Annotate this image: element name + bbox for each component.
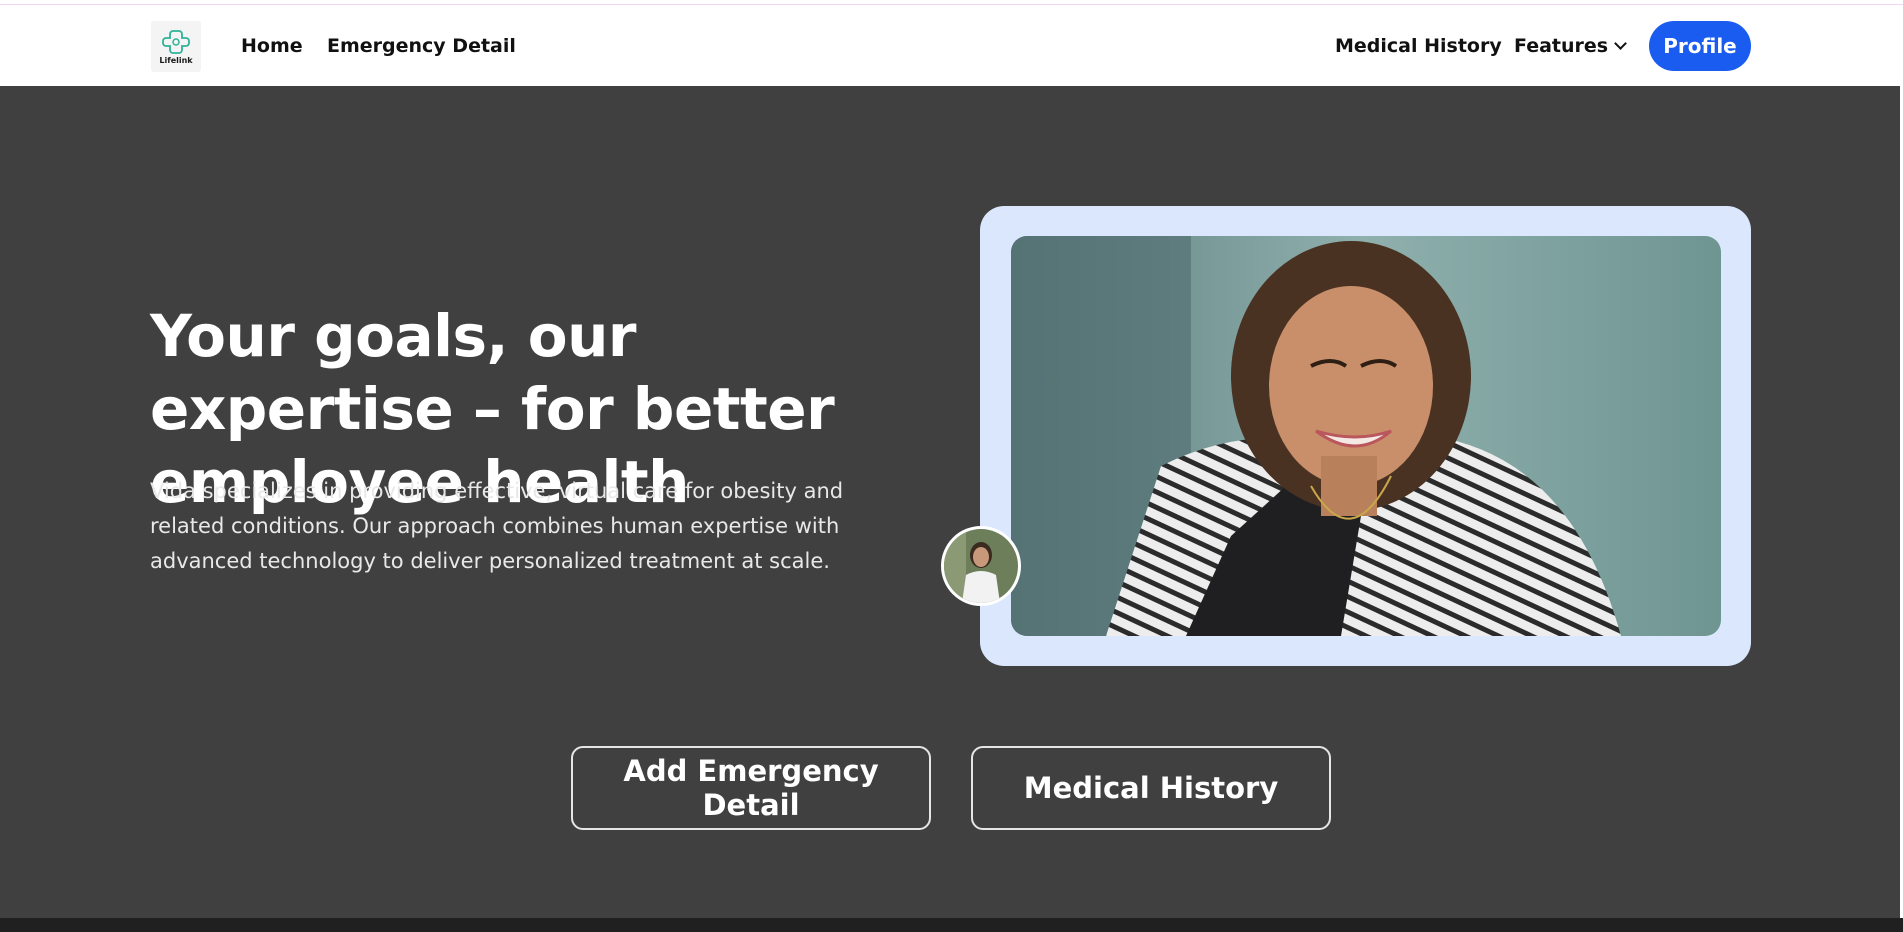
hero-photo bbox=[1011, 236, 1721, 636]
chevron-down-icon bbox=[1614, 37, 1627, 50]
taskbar bbox=[0, 918, 1903, 932]
medical-cross-logo-icon bbox=[162, 29, 190, 54]
hero-description: Vida specializes in providing effective,… bbox=[150, 479, 844, 573]
nav-features-dropdown[interactable]: Features bbox=[1514, 35, 1627, 57]
nav-home-link[interactable]: Home bbox=[241, 35, 303, 57]
add-emergency-detail-button[interactable]: Add Emergency Detail bbox=[571, 746, 931, 830]
profile-button[interactable]: Profile bbox=[1649, 21, 1751, 71]
navbar: Lifelink Home Emergency Detail Medical H… bbox=[0, 5, 1903, 86]
doctor-avatar bbox=[941, 526, 1021, 606]
logo-text: Lifelink bbox=[159, 55, 193, 65]
nav-medical-history-link[interactable]: Medical History bbox=[1335, 35, 1502, 57]
brand-logo[interactable]: Lifelink bbox=[151, 21, 201, 72]
medical-history-button[interactable]: Medical History bbox=[971, 746, 1331, 830]
nav-emergency-detail-link[interactable]: Emergency Detail bbox=[327, 35, 516, 57]
nav-features-label: Features bbox=[1514, 35, 1609, 57]
